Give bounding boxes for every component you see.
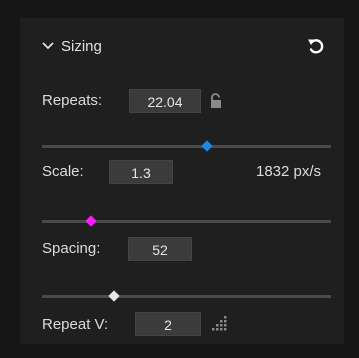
repeat-v-label: Repeat V: — [42, 316, 109, 333]
scale-input[interactable]: 1.3 — [109, 160, 173, 184]
repeats-input[interactable]: 22.04 — [129, 89, 201, 113]
chevron-down-icon — [42, 42, 54, 50]
spacing-label: Spacing: — [42, 240, 101, 257]
section-header-sizing[interactable]: Sizing — [41, 35, 102, 57]
repeat-v-input[interactable]: 2 — [135, 312, 201, 336]
scale-slider[interactable] — [42, 214, 331, 228]
slider-thumb[interactable] — [201, 140, 213, 152]
repeats-label: Repeats: — [42, 92, 103, 109]
section-title: Sizing — [61, 37, 102, 55]
slider-thumb[interactable] — [85, 215, 97, 227]
spacing-input[interactable]: 52 — [128, 237, 192, 261]
repeats-slider[interactable] — [42, 139, 331, 153]
spacing-slider[interactable] — [42, 289, 331, 303]
scale-label: Scale: — [42, 163, 84, 180]
slider-track — [42, 145, 331, 148]
speed-readout: 1832 px/s — [256, 163, 322, 180]
reset-icon[interactable] — [306, 36, 326, 56]
resize-grip-icon[interactable] — [210, 314, 228, 332]
sizing-panel: Sizing Repeats: 22.04 Scale: 1.3 1832 px… — [20, 18, 344, 344]
unlock-icon[interactable] — [209, 93, 223, 109]
slider-track — [42, 295, 331, 298]
slider-thumb[interactable] — [108, 290, 120, 302]
